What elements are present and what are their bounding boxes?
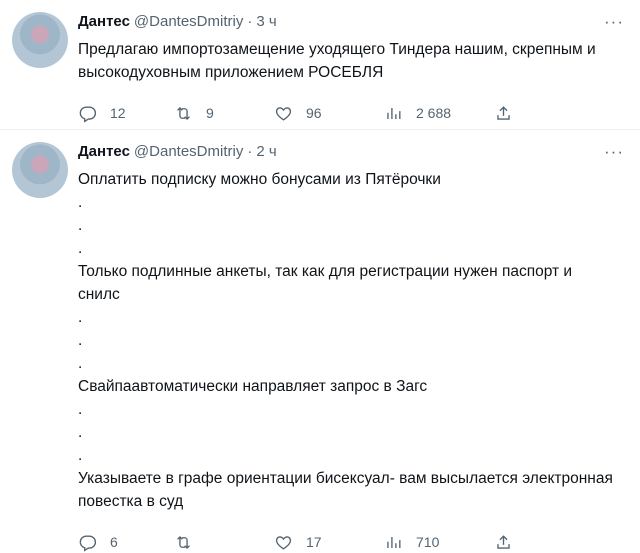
views-button[interactable]: 710: [384, 533, 494, 552]
retweet-button[interactable]: 9: [174, 104, 274, 123]
heart-icon: [275, 535, 292, 550]
reply-button[interactable]: 6: [78, 533, 174, 552]
tweet-text-line: .: [78, 309, 83, 326]
reply-count: 6: [110, 534, 118, 550]
share-icon: [497, 534, 510, 549]
tweet-text-line: Предлагаю импортозамещение уходящего Тин…: [78, 41, 596, 58]
avatar[interactable]: [12, 12, 68, 68]
separator-dot: ·: [247, 143, 253, 160]
like-count: 96: [306, 105, 322, 121]
retweet-icon: [177, 535, 190, 549]
author-name[interactable]: Дантес: [78, 12, 130, 32]
tweet-text-line: высокодуховным приложением РОСЕБЛЯ: [78, 64, 384, 81]
retweet-count: 9: [206, 105, 214, 121]
tweet-text-line: .: [78, 424, 83, 441]
share-icon: [497, 105, 510, 120]
more-options-icon[interactable]: ···: [604, 142, 624, 162]
tweet-content: Дантес @DantesDmitriy · 3 ч Предлагаю им…: [78, 12, 624, 130]
tweet-text-line: Только подлинные анкеты, так как для рег…: [78, 263, 573, 280]
separator-dot: ·: [247, 13, 253, 30]
tweet-text-line: .: [78, 401, 83, 418]
author-handle[interactable]: @DantesDmitriy: [134, 12, 243, 32]
tweet-text-line: .: [78, 332, 83, 349]
share-button[interactable]: [494, 104, 513, 123]
analytics-icon: [387, 536, 401, 548]
views-count: 2 688: [416, 105, 452, 121]
tweet-text-line: .: [78, 217, 83, 234]
like-button[interactable]: 17: [274, 533, 384, 552]
tweet-text-line: Оплатить подписку можно бонусами из Пятё…: [78, 171, 441, 188]
views-button[interactable]: 2 688: [384, 104, 494, 123]
reply-icon: [79, 105, 97, 123]
reply-count: 12: [110, 105, 126, 121]
share-button[interactable]: [494, 533, 513, 552]
tweet-text-line: .: [78, 240, 83, 257]
tweet-text-line: снилс: [78, 286, 120, 303]
tweet[interactable]: Дантес @DantesDmitriy · 2 ч Оплатить под…: [0, 130, 640, 552]
tweet-text: Оплатить подписку можно бонусами из Пятё…: [78, 168, 624, 513]
reply-icon: [79, 534, 97, 552]
analytics-icon: [387, 107, 401, 119]
author-name[interactable]: Дантес: [78, 142, 130, 162]
tweet-text-line: Указываете в графе ориентации бисексуал-…: [78, 470, 613, 487]
reply-button[interactable]: 12: [78, 104, 174, 123]
tweet-header: Дантес @DantesDmitriy · 2 ч: [78, 142, 624, 162]
heart-icon: [275, 106, 292, 121]
author-handle[interactable]: @DantesDmitriy: [134, 142, 243, 162]
tweet-text: Предлагаю импортозамещение уходящего Тин…: [78, 38, 624, 84]
tweet-text-line: .: [78, 355, 83, 372]
views-count: 710: [416, 534, 440, 550]
tweet-actions: 12 9 96 2 688: [78, 102, 624, 124]
tweet-text-line: .: [78, 447, 83, 464]
tweet-text-line: .: [78, 194, 83, 211]
tweet-time[interactable]: 3 ч: [256, 12, 276, 32]
tweet-text-line: повестка в суд: [78, 493, 184, 510]
like-button[interactable]: 96: [274, 104, 384, 123]
like-count: 17: [306, 534, 322, 550]
retweet-button[interactable]: [174, 533, 274, 552]
retweet-icon: [177, 106, 190, 120]
avatar[interactable]: [12, 142, 68, 198]
more-options-icon[interactable]: ···: [604, 12, 624, 32]
tweet-actions: 6 17 710: [78, 531, 624, 553]
tweet-time[interactable]: 2 ч: [256, 142, 276, 162]
tweet-header: Дантес @DantesDmitriy · 3 ч: [78, 12, 624, 32]
tweet-text-line: Свайпаавтоматически направляет запрос в …: [78, 378, 428, 395]
tweet[interactable]: Дантес @DantesDmitriy · 3 ч Предлагаю им…: [0, 0, 640, 130]
tweet-content: Дантес @DantesDmitriy · 2 ч Оплатить под…: [78, 142, 624, 552]
